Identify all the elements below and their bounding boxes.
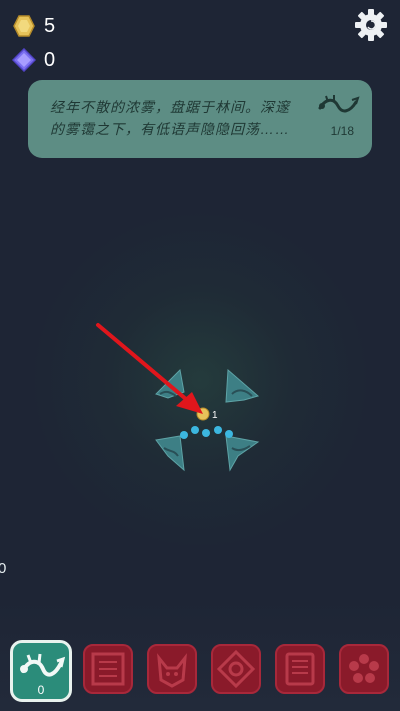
path-dots <box>180 426 233 439</box>
shard-bottom-right[interactable] <box>225 435 260 472</box>
eye-lock-icon <box>216 649 256 689</box>
shard-top-right[interactable] <box>225 368 260 403</box>
toolbar-slot-locked-5[interactable] <box>339 644 389 694</box>
book-lock-icon <box>285 652 315 686</box>
toolbar-slot-dragon[interactable]: 0 <box>10 640 72 702</box>
scroll-lock-icon <box>91 652 125 686</box>
toolbar-slot-locked-1[interactable] <box>83 644 133 694</box>
toolbar-slot-locked-4[interactable] <box>275 644 325 694</box>
node-coin-count: 1 <box>212 410 218 421</box>
tutorial-arrow <box>96 323 203 414</box>
edge-value: 0 <box>0 560 7 577</box>
flower-lock-icon <box>349 654 379 683</box>
dragon-tool-count: 0 <box>37 683 45 697</box>
shard-bottom-left[interactable] <box>155 435 185 472</box>
fox-lock-icon <box>157 653 187 688</box>
toolbar-slot-locked-3[interactable] <box>211 644 261 694</box>
toolbar-slot-locked-2[interactable] <box>147 644 197 694</box>
